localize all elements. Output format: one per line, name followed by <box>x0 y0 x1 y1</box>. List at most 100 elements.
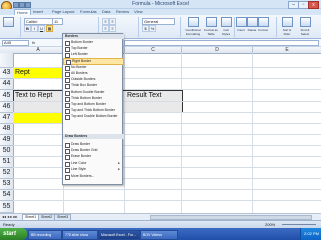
align-left-icon[interactable]: ≡ <box>102 25 109 32</box>
menu-item-thick-bottom-border[interactable]: Thick Bottom Border <box>63 96 122 102</box>
row-header-47[interactable]: 47 <box>0 113 14 124</box>
cell-a43-text: Rept <box>15 69 30 76</box>
taskbar-item-excel[interactable]: Microsoft Excel - For... <box>98 230 140 240</box>
row-header-55[interactable]: 55 <box>0 201 14 213</box>
start-button[interactable]: start <box>0 228 27 240</box>
find-select-button[interactable]: Find & Select <box>298 17 312 36</box>
insert-cells-button[interactable]: Insert <box>236 17 247 32</box>
menu-item-draw-border-grid[interactable]: Draw Border Grid <box>63 148 122 154</box>
taskbar-item-1[interactable]: BB recording <box>28 230 62 240</box>
window-title: Formula - Microsoft Excel <box>132 1 189 7</box>
formula-input[interactable] <box>124 40 319 46</box>
taskbar-item-2[interactable]: 775 slide show <box>62 230 98 240</box>
clipboard-icon <box>2 17 14 27</box>
column-header-d[interactable]: D <box>182 47 253 54</box>
align-top-icon[interactable]: ≡ <box>102 18 109 25</box>
row-header-51[interactable]: 51 <box>0 157 14 168</box>
sort-filter-label: Sort & Filter <box>282 28 292 36</box>
zoom-level: 200% <box>265 222 276 227</box>
menu-item-bottom-border[interactable]: Bottom Border <box>63 40 122 46</box>
menu-item-line-color[interactable]: Line Color ▸ <box>63 161 122 167</box>
row-header-46[interactable]: 46 <box>0 102 14 113</box>
row-header-44[interactable]: 44 <box>0 79 14 90</box>
find-select-icon <box>299 17 311 27</box>
column-header-a[interactable]: A <box>13 47 64 54</box>
menu-item-more-borders[interactable]: More Borders... <box>63 174 122 180</box>
menu-item-bottom-double-border[interactable]: Bottom Double Border <box>63 90 122 96</box>
close-button[interactable]: x <box>308 1 319 9</box>
conditional-formatting-label: Conditional Formatting <box>185 28 201 36</box>
column-header-c[interactable]: C <box>125 47 182 54</box>
menu-item-all-borders[interactable]: All Borders <box>63 71 122 77</box>
menu-item-line-style[interactable]: Line Style ▸ <box>63 167 122 173</box>
italic-button[interactable]: I <box>31 25 38 32</box>
menu-item-label: Erase Border <box>71 154 91 158</box>
row-header-53[interactable]: 53 <box>0 179 14 190</box>
menu-item-thick-box-border[interactable]: Thick Box Border <box>63 83 122 89</box>
menu-item-outside-borders[interactable]: Outside Borders <box>63 77 122 83</box>
font-size-box[interactable]: 11 <box>52 18 63 25</box>
conditional-formatting-button[interactable]: Conditional Formatting <box>184 17 202 36</box>
insert-label: Insert <box>237 28 245 32</box>
underline-button[interactable]: U <box>38 25 45 32</box>
align-middle-icon[interactable]: ≡ <box>109 18 116 25</box>
menu-item-no-border[interactable]: No Border <box>63 65 122 71</box>
menu-item-right-border[interactable]: Right Border <box>63 58 124 65</box>
number-format-box[interactable]: General <box>142 18 175 25</box>
taskbar-item-4[interactable]: BOV Videos <box>140 230 178 240</box>
percent-icon[interactable]: % <box>149 25 156 32</box>
system-tray-clock[interactable]: 2:02 PM <box>300 228 321 240</box>
menu-item-label: Outside Borders <box>71 77 96 81</box>
menu-item-erase-border[interactable]: Erase Border <box>63 154 122 160</box>
grid-line <box>13 167 321 168</box>
menu-item-top-double-bottom-border[interactable]: Top and Double Bottom Border <box>63 114 122 120</box>
menu-item-label: Draw Border <box>71 142 91 146</box>
row-header-hidden[interactable] <box>0 53 14 68</box>
delete-label: Delete <box>247 28 257 32</box>
format-icon <box>258 17 269 27</box>
menu-item-label: Right Border <box>72 59 92 63</box>
sheet-tab-bar: ◂◂ ◂ ▸ ▸▸ Sheet1 Sheet2 Sheet3 <box>0 213 321 221</box>
menu-item-label: Top Border <box>71 46 88 50</box>
menu-item-draw-border[interactable]: Draw Border <box>63 142 122 148</box>
sheet-nav-icon[interactable]: ◂◂ ◂ ▸ ▸▸ <box>2 214 17 219</box>
cell-styles-label: Cell Styles <box>221 28 231 36</box>
name-box[interactable]: A45 <box>2 40 29 46</box>
grid-line <box>13 145 321 146</box>
bold-button[interactable]: B <box>24 25 31 32</box>
format-cells-button[interactable]: Format <box>258 17 269 32</box>
menu-item-top-bottom-border[interactable]: Top and Bottom Border <box>63 102 122 108</box>
row-header-50[interactable]: 50 <box>0 146 14 157</box>
borders-button[interactable]: ▦ <box>46 25 53 32</box>
menu-item-label: Bottom Border <box>71 40 93 44</box>
status-bar: Ready 200% <box>0 220 321 228</box>
sort-filter-button[interactable]: Sort & Filter <box>280 17 294 36</box>
menu-item-top-border[interactable]: Top Border <box>63 46 122 52</box>
menu-item-top-thick-bottom-border[interactable]: Top and Thick Bottom Border <box>63 108 122 114</box>
format-as-table-button[interactable]: Format as Table <box>204 17 218 36</box>
font-name-box[interactable]: Calibri <box>24 18 53 25</box>
zoom-slider[interactable] <box>282 224 316 225</box>
column-header-e[interactable]: E <box>253 47 321 54</box>
delete-cells-button[interactable]: Delete <box>247 17 258 32</box>
currency-icon[interactable]: $ <box>142 25 149 32</box>
row-header-54[interactable]: 54 <box>0 190 14 201</box>
row-header-45[interactable]: 45 <box>0 90 14 102</box>
row-header-48[interactable]: 48 <box>0 124 14 135</box>
fx-icon[interactable]: fx <box>32 40 35 45</box>
cell-styles-button[interactable]: Cell Styles <box>220 17 232 36</box>
menu-item-label: Top and Thick Bottom Border <box>71 108 115 112</box>
formula-bar: A45 fx <box>0 39 321 47</box>
eraser-icon <box>65 155 70 160</box>
menu-item-left-border[interactable]: Left Border <box>63 52 122 58</box>
grid-line <box>13 134 321 135</box>
menu-item-label: Line Color <box>71 161 87 165</box>
menu-item-label: Top and Bottom Border <box>71 102 106 106</box>
paste-button[interactable] <box>2 17 14 28</box>
row-header-49[interactable]: 49 <box>0 135 14 146</box>
row-header-43[interactable]: 43 <box>0 68 14 79</box>
menu-item-label: Thick Bottom Border <box>71 96 102 100</box>
cell-a47[interactable] <box>13 113 63 123</box>
row-header-52[interactable]: 52 <box>0 168 14 179</box>
align-center-icon[interactable]: ≡ <box>109 25 116 32</box>
